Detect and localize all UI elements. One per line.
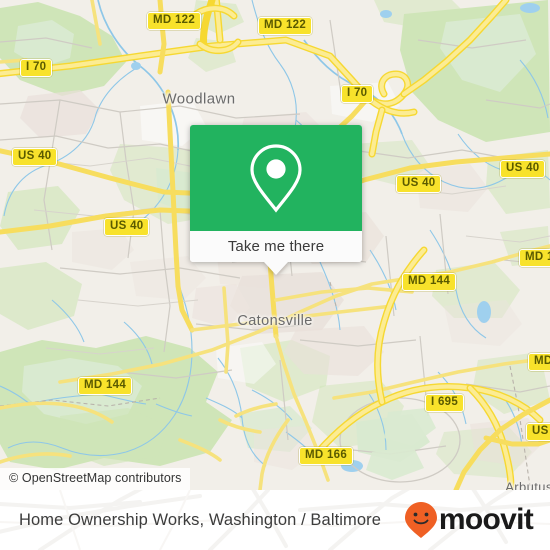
moovit-map-screenshot: .land { fill:#f2efe9; } .greenA { fill:#… (0, 0, 550, 550)
map-popup[interactable]: Take me there (190, 125, 362, 275)
popup-footer[interactable]: Take me there (190, 231, 362, 262)
map-place-label: Catonsville (237, 313, 313, 329)
popup-header (190, 125, 362, 231)
map-place-label: Woodlawn (162, 90, 236, 108)
road-shield: I 695 (425, 394, 465, 412)
road-shield: MD 166 (299, 447, 354, 465)
moovit-wordmark: moovit (438, 503, 534, 536)
page-title: Home Ownership Works, Washington / Balti… (19, 510, 382, 529)
road-shield: MD 372 (528, 353, 550, 371)
road-shield: I 70 (20, 59, 53, 77)
location-pin-icon (250, 144, 302, 213)
road-shield: MD 144 (78, 377, 133, 395)
footer-bar: Home Ownership Works, Washington / Balti… (0, 490, 550, 550)
road-shield: US 40 (104, 218, 150, 236)
take-me-there-label: Take me there (227, 238, 325, 255)
popup-card[interactable]: Take me there (190, 125, 362, 262)
road-shield: US 40 (396, 175, 442, 193)
road-shield: I 70 (341, 85, 374, 103)
road-shield: MD 122 (258, 17, 313, 35)
map-canvas[interactable]: .land { fill:#f2efe9; } .greenA { fill:#… (0, 0, 550, 490)
road-shield: MD 122 (147, 12, 202, 30)
road-shield: MD 144 (519, 249, 550, 267)
moovit-logo[interactable]: moovit (404, 501, 534, 539)
osm-attribution[interactable]: © OpenStreetMap contributors (0, 468, 190, 490)
road-shield: US 40 (12, 148, 58, 166)
moovit-smiley-pin-icon (404, 502, 437, 538)
road-shield: US 40 (500, 160, 546, 178)
map-place-label: Arbutus (505, 479, 550, 491)
road-shield: US 1 (526, 423, 550, 441)
road-shield: MD 144 (402, 273, 457, 291)
popup-tail (264, 262, 288, 275)
